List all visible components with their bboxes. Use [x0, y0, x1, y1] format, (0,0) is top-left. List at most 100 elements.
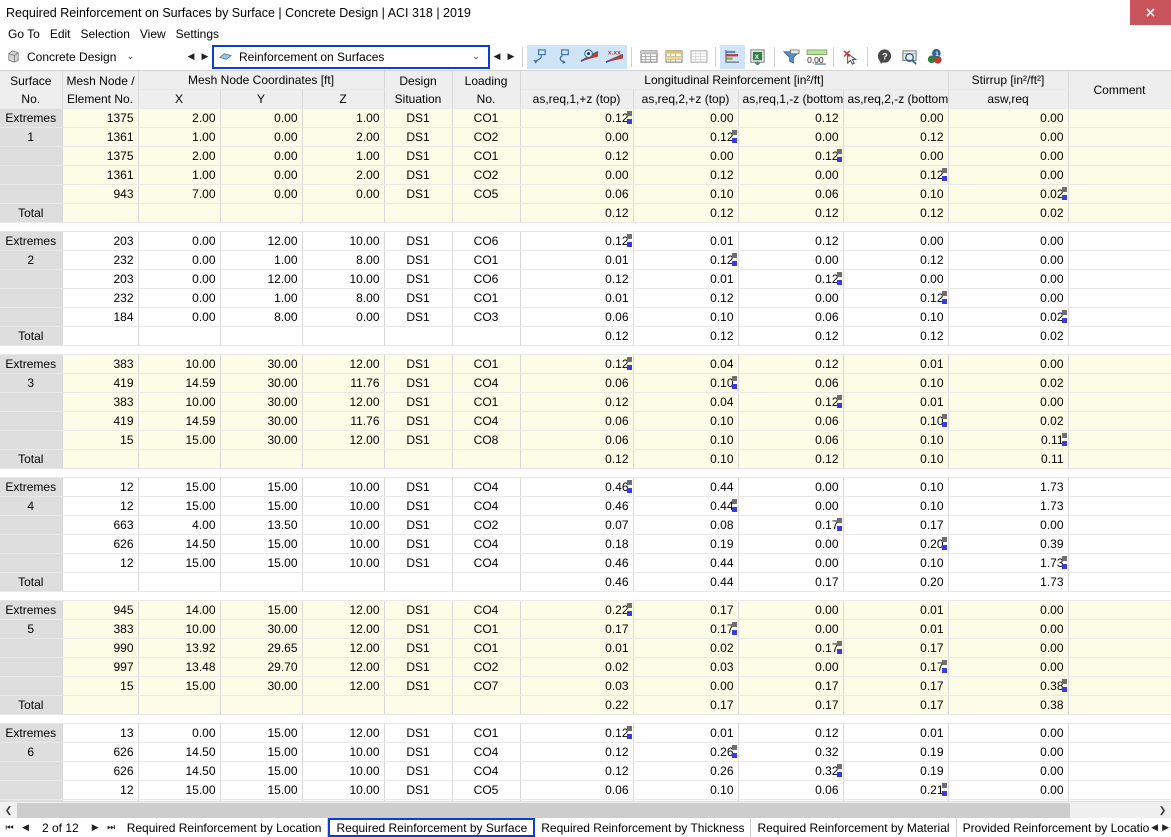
table-total-row[interactable]: Total 0.12 0.10 0.12 0.10 0.11 — [0, 449, 1171, 469]
next-page-button[interactable]: ▶ — [88, 819, 103, 837]
table-total-row[interactable]: Total 0.12 0.12 0.12 0.12 0.02 — [0, 203, 1171, 223]
tab-scroll-right-button[interactable]: ▶ — [1162, 822, 1169, 833]
table-row[interactable]: 419 14.59 30.00 11.76 DS1 CO4 0.06 0.10 0.06 0.10… — [0, 411, 1171, 431]
result-tab-3[interactable]: Required Reinforcement by Material — [751, 818, 957, 837]
table-row[interactable]: Extremes 203 0.00 12.00 10.00 DS1 CO6 0.12 0.01 0… — [0, 231, 1171, 251]
cell-loading-no: CO8 — [452, 430, 521, 450]
table-row[interactable]: Extremes 13 0.00 15.00 12.00 DS1 CO1 0.12 0.01 0.… — [0, 723, 1171, 743]
th-as1-bottom[interactable]: as,req,1,-z (bottom) — [738, 89, 844, 109]
module-next-button[interactable]: ▶ — [198, 51, 212, 62]
table-combo-box[interactable]: Reinforcement on Surfaces ⌄ — [212, 44, 490, 69]
th-longitudinal-group[interactable]: Longitudinal Reinforcement [in²/ft] — [520, 71, 949, 90]
module-combo-box[interactable]: Concrete Design ⌄ — [2, 45, 184, 68]
th-surface-no[interactable]: Surface No. — [0, 71, 63, 109]
table-combo-chevron-down-icon[interactable]: ⌄ — [468, 51, 484, 62]
cell-coord-x: 1.00 — [138, 127, 221, 147]
scrollbar-thumb[interactable] — [17, 802, 1070, 818]
table-row[interactable]: 997 13.48 29.70 12.00 DS1 CO2 0.02 0.03 0.00 0.17… — [0, 657, 1171, 677]
numeric-values-button[interactable]: x.xx — [602, 44, 627, 69]
scroll-left-button[interactable]: ❮ — [0, 802, 17, 819]
th-stirrup-group[interactable]: Stirrup [in²/ft²] — [948, 71, 1069, 90]
table-row[interactable]: 663 4.00 13.50 10.00 DS1 CO2 0.07 0.08 0.17 0.17 0… — [0, 515, 1171, 535]
table-row[interactable]: 4 12 15.00 15.00 10.00 DS1 CO4 0.46 0.44 0.00 0.10… — [0, 496, 1171, 516]
table-row[interactable]: 184 0.00 8.00 0.00 DS1 CO3 0.06 0.10 0.06 0.10 0.0… — [0, 307, 1171, 327]
th-mesh-node[interactable]: Mesh Node / Element No. — [62, 71, 139, 109]
th-as2-top[interactable]: as,req,2,+z (top) — [633, 89, 739, 109]
th-comment[interactable]: Comment — [1068, 71, 1171, 109]
table-row[interactable]: 2 232 0.00 1.00 8.00 DS1 CO1 0.01 0.12 0.00 0.12 0.… — [0, 250, 1171, 270]
module-combo-chevron-down-icon[interactable]: ⌄ — [122, 51, 138, 62]
export-excel-button[interactable]: X — [745, 45, 770, 69]
filter-button[interactable] — [779, 45, 804, 69]
decimal-places-button[interactable]: 0,00 — [804, 45, 829, 69]
table-row[interactable]: 626 14.50 15.00 10.00 DS1 CO4 0.12 0.26 0.32 0.19… — [0, 761, 1171, 781]
th-loading-no[interactable]: Loading No. — [452, 71, 521, 109]
th-coord-y[interactable]: Y — [220, 89, 303, 109]
help-button[interactable]: ? — [872, 45, 897, 69]
reference-down-button[interactable] — [552, 44, 577, 69]
previous-page-button[interactable]: ◀ — [18, 819, 33, 837]
table-all-button[interactable] — [636, 45, 661, 69]
table-row[interactable]: 1375 2.00 0.00 1.00 DS1 CO1 0.12 0.00 0.12 0.00 0.… — [0, 146, 1171, 166]
close-window-button[interactable] — [1130, 0, 1171, 25]
th-as2-bottom[interactable]: as,req,2,-z (bottom) — [843, 89, 949, 109]
table-row[interactable]: 1361 1.00 0.00 2.00 DS1 CO2 0.00 0.12 0.00 0.12 0.… — [0, 165, 1171, 185]
table-row[interactable]: 1 1361 1.00 0.00 2.00 DS1 CO2 0.00 0.12 0.00 0.12 0… — [0, 127, 1171, 147]
reference-up-button[interactable] — [527, 44, 552, 69]
view-results-button[interactable] — [577, 44, 602, 69]
result-tab-4[interactable]: Provided Reinforcement by Location — [956, 818, 1150, 837]
th-coord-z[interactable]: Z — [302, 89, 385, 109]
menu-go-to[interactable]: Go To — [4, 26, 44, 42]
menu-edit[interactable]: Edit — [46, 26, 75, 42]
table-row[interactable]: 3 419 14.59 30.00 11.76 DS1 CO4 0.06 0.10 0.06 0.1… — [0, 373, 1171, 393]
result-tab-1[interactable]: Required Reinforcement by Surface — [328, 818, 536, 837]
table-row[interactable]: 12 15.00 15.00 10.00 DS1 CO5 0.06 0.10 0.06 0.21 0… — [0, 780, 1171, 800]
table-total-row[interactable]: Total 0.22 0.17 0.17 0.17 0.38 — [0, 695, 1171, 715]
th-as1-top[interactable]: as,req,1,+z (top) — [520, 89, 634, 109]
table-row[interactable]: 6 626 14.50 15.00 10.00 DS1 CO4 0.12 0.26 0.32 0.1… — [0, 742, 1171, 762]
menu-settings[interactable]: Settings — [172, 26, 223, 42]
table-row[interactable]: 990 13.92 29.65 12.00 DS1 CO1 0.01 0.02 0.17 0.17… — [0, 638, 1171, 658]
table-row[interactable]: 5 383 10.00 30.00 12.00 DS1 CO1 0.17 0.17 0.00 0.0… — [0, 619, 1171, 639]
tab-scroll-left-button[interactable]: ◀ — [1151, 822, 1158, 833]
table-row[interactable]: 15 15.00 30.00 12.00 DS1 CO7 0.03 0.00 0.17 0.17 0… — [0, 676, 1171, 696]
result-tab-0[interactable]: Required Reinforcement by Location — [120, 818, 329, 837]
table-empty-button[interactable] — [686, 45, 711, 69]
table-selector[interactable]: Reinforcement on Surfaces ⌄ ◀ ▶ — [212, 44, 518, 69]
last-page-button[interactable]: ⏭ — [104, 819, 119, 837]
scroll-right-button[interactable]: ❯ — [1154, 802, 1171, 819]
chart-button[interactable] — [720, 44, 745, 69]
table-selection-button[interactable] — [661, 45, 686, 69]
th-design-situation[interactable]: Design Situation — [384, 71, 453, 109]
table-row[interactable]: 232 0.00 1.00 8.00 DS1 CO1 0.01 0.12 0.00 0.12 0.0… — [0, 288, 1171, 308]
table-row[interactable]: 15 15.00 30.00 12.00 DS1 CO8 0.06 0.10 0.06 0.10 0… — [0, 430, 1171, 450]
table-row[interactable]: 943 7.00 0.00 0.00 DS1 CO5 0.06 0.10 0.06 0.10 0.0… — [0, 184, 1171, 204]
table-row[interactable]: 203 0.00 12.00 10.00 DS1 CO6 0.12 0.01 0.12 0.00 0… — [0, 269, 1171, 289]
module-prev-button[interactable]: ◀ — [184, 51, 198, 62]
table-row[interactable]: Extremes 1375 2.00 0.00 1.00 DS1 CO1 0.12 0.00 0.… — [0, 108, 1171, 128]
table-next-button[interactable]: ▶ — [504, 51, 518, 62]
find-button[interactable] — [897, 45, 922, 69]
th-coord-x[interactable]: X — [138, 89, 221, 109]
table-row[interactable]: 12 15.00 15.00 10.00 DS1 CO4 0.46 0.44 0.00 0.10 1… — [0, 553, 1171, 573]
table-row[interactable]: Extremes 12 15.00 15.00 10.00 DS1 CO4 0.46 0.44 0… — [0, 477, 1171, 497]
first-page-button[interactable]: ⏮ — [2, 819, 17, 837]
table-row[interactable]: Extremes 945 14.00 15.00 12.00 DS1 CO4 0.22 0.17… — [0, 600, 1171, 620]
delete-selection-button[interactable] — [838, 45, 863, 69]
table-prev-button[interactable]: ◀ — [490, 51, 504, 62]
info-button[interactable]: 1 — [922, 45, 947, 69]
table-row[interactable]: 383 10.00 30.00 12.00 DS1 CO1 0.12 0.04 0.12 0.01… — [0, 392, 1171, 412]
scrollbar-track[interactable] — [17, 801, 1154, 819]
table-row[interactable]: Extremes 383 10.00 30.00 12.00 DS1 CO1 0.12 0.04… — [0, 354, 1171, 374]
module-selector[interactable]: Concrete Design ⌄ ◀ ▶ — [2, 45, 212, 68]
results-table-container[interactable]: Surface No. Mesh Node / Element No. Mesh… — [0, 71, 1171, 801]
table-row[interactable]: 626 14.50 15.00 10.00 DS1 CO4 0.18 0.19 0.00 0.20… — [0, 534, 1171, 554]
result-tab-2[interactable]: Required Reinforcement by Thickness — [535, 818, 752, 837]
menu-selection[interactable]: Selection — [77, 26, 134, 42]
horizontal-scrollbar[interactable]: ❮ ❯ — [0, 801, 1171, 819]
th-coords-group[interactable]: Mesh Node Coordinates [ft] — [138, 71, 385, 90]
menu-view[interactable]: View — [136, 26, 170, 42]
table-total-row[interactable]: Total 0.46 0.44 0.17 0.20 1.73 — [0, 572, 1171, 592]
th-asw-req[interactable]: asw,req — [948, 89, 1069, 109]
table-total-row[interactable]: Total 0.12 0.12 0.12 0.12 0.02 — [0, 326, 1171, 346]
